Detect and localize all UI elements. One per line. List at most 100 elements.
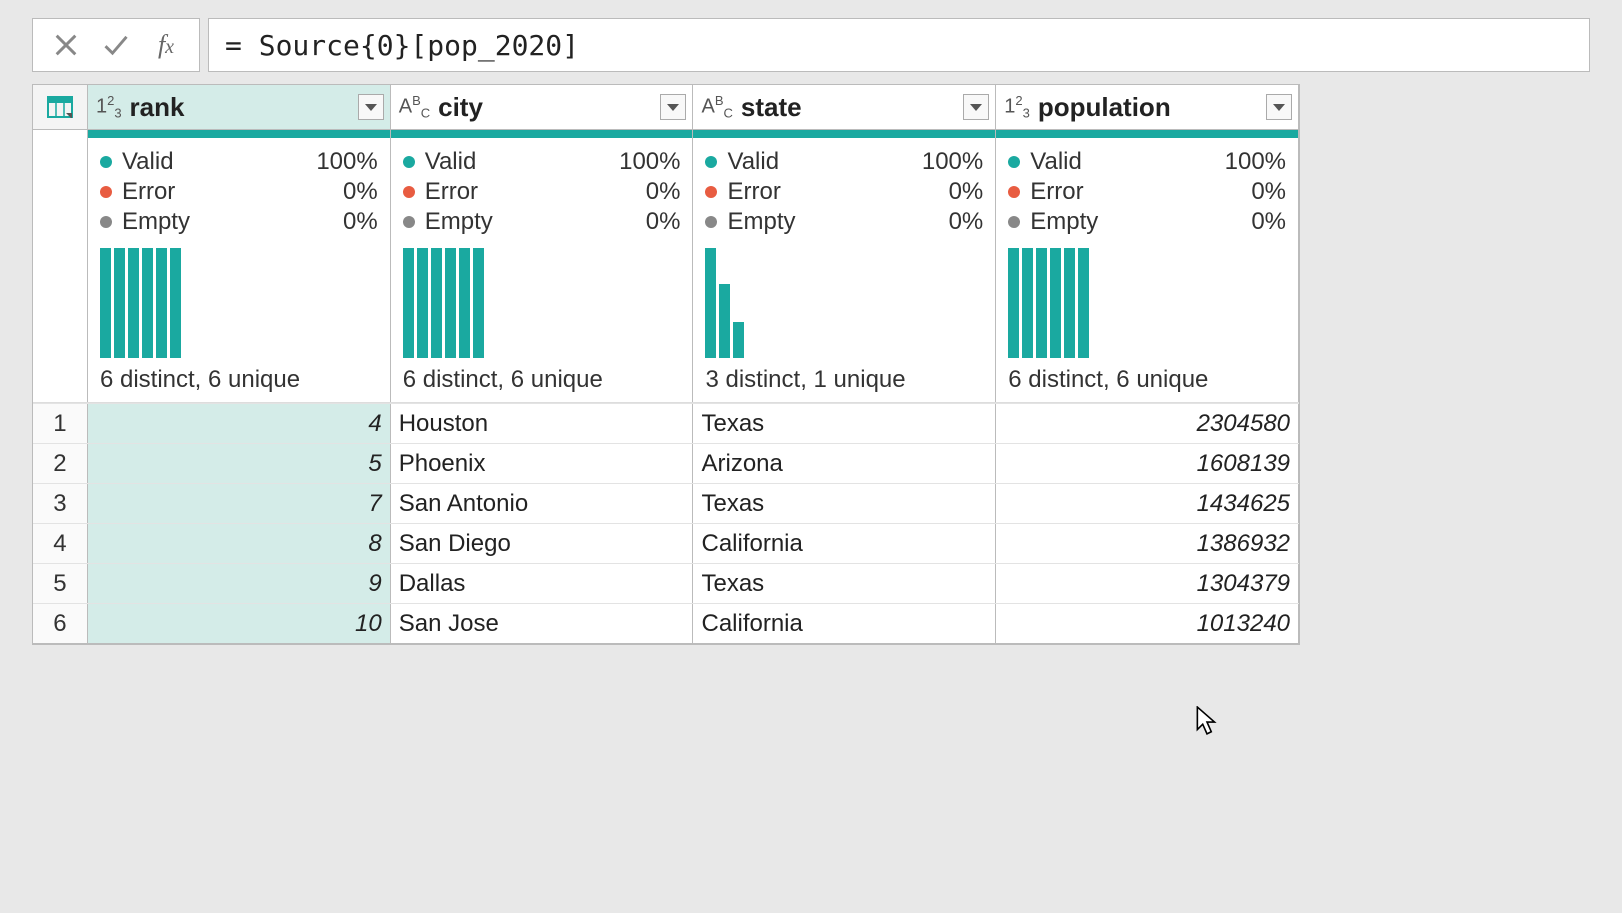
distinct-summary: 3 distinct, 1 unique (705, 366, 983, 394)
table-row[interactable]: 48San DiegoCalifornia1386932 (33, 523, 1299, 563)
table-row[interactable]: 610San JoseCalifornia1013240 (33, 603, 1299, 643)
cell-rank[interactable]: 5 (88, 444, 391, 483)
x-icon (52, 31, 80, 59)
cell-city[interactable]: San Antonio (391, 484, 694, 523)
table-icon (47, 96, 73, 118)
quality-error-value: 0% (646, 178, 681, 206)
column-name-label: rank (130, 92, 358, 123)
table-row[interactable]: 14HoustonTexas2304580 (33, 403, 1299, 443)
quality-empty-label: Empty (727, 208, 948, 236)
cell-state[interactable]: Arizona (693, 444, 996, 483)
cell-rank[interactable]: 10 (88, 604, 391, 643)
quality-valid-label: Valid (425, 148, 619, 176)
row-number[interactable]: 6 (33, 604, 88, 643)
column-filter-button[interactable] (660, 94, 686, 120)
data-rows: 14HoustonTexas230458025PhoenixArizona160… (33, 403, 1299, 644)
cell-population[interactable]: 1434625 (996, 484, 1299, 523)
quality-empty-label: Empty (122, 208, 343, 236)
distinct-summary: 6 distinct, 6 unique (403, 366, 681, 394)
column-header-rank[interactable]: 123 rank (88, 85, 391, 130)
column-filter-button[interactable] (1266, 94, 1292, 120)
column-profile-rank: Valid100%Error0%Empty0%6 distinct, 6 uni… (88, 138, 391, 402)
cell-rank[interactable]: 4 (88, 404, 391, 443)
cell-population[interactable]: 2304580 (996, 404, 1299, 443)
cell-city[interactable]: Houston (391, 404, 694, 443)
column-name-label: city (438, 92, 660, 123)
cell-state[interactable]: Texas (693, 404, 996, 443)
column-header-population[interactable]: 123 population (996, 85, 1299, 130)
quality-empty-value: 0% (343, 208, 378, 236)
fx-icon: fx (158, 30, 174, 60)
column-filter-button[interactable] (963, 94, 989, 120)
cell-population[interactable]: 1386932 (996, 524, 1299, 563)
distinct-summary: 6 distinct, 6 unique (100, 366, 378, 394)
table-row[interactable]: 25PhoenixArizona1608139 (33, 443, 1299, 483)
commit-formula-button[interactable] (91, 20, 141, 70)
row-number[interactable]: 4 (33, 524, 88, 563)
quality-valid-value: 100% (1225, 148, 1286, 176)
column-header-city[interactable]: ABC city (391, 85, 694, 130)
cell-state[interactable]: Texas (693, 484, 996, 523)
cell-state[interactable]: Texas (693, 564, 996, 603)
cell-state[interactable]: California (693, 524, 996, 563)
row-number[interactable]: 1 (33, 404, 88, 443)
table-row[interactable]: 59DallasTexas1304379 (33, 563, 1299, 603)
quality-empty-value: 0% (1251, 208, 1286, 236)
formula-bar: fx = Source{0}[pop_2020] (32, 18, 1590, 72)
distribution-chart (1008, 248, 1286, 358)
row-number[interactable]: 3 (33, 484, 88, 523)
column-name-label: state (741, 92, 963, 123)
distribution-chart (705, 248, 983, 358)
column-profile-row: Valid100%Error0%Empty0%6 distinct, 6 uni… (33, 138, 1299, 403)
column-header-state[interactable]: ABC state (693, 85, 996, 130)
cell-city[interactable]: Dallas (391, 564, 694, 603)
cell-city[interactable]: San Jose (391, 604, 694, 643)
quality-accent-row (33, 130, 1299, 138)
data-preview-grid: 123 rank ABC city ABC state 123 population Vali… (32, 84, 1300, 645)
quality-empty-value: 0% (646, 208, 681, 236)
number-type-icon: 123 (1004, 93, 1030, 121)
column-profile-population: Valid100%Error0%Empty0%6 distinct, 6 uni… (996, 138, 1299, 402)
column-profile-state: Valid100%Error0%Empty0% 3 distinct, 1 uni… (693, 138, 996, 402)
row-number[interactable]: 2 (33, 444, 88, 483)
formula-controls: fx (32, 18, 200, 72)
distribution-chart (100, 248, 378, 358)
quality-empty-value: 0% (949, 208, 984, 236)
quality-error-value: 0% (1251, 178, 1286, 206)
fx-button[interactable]: fx (141, 20, 191, 70)
quality-error-label: Error (727, 178, 948, 206)
quality-empty-label: Empty (425, 208, 646, 236)
cell-population[interactable]: 1608139 (996, 444, 1299, 483)
cell-city[interactable]: San Diego (391, 524, 694, 563)
quality-error-label: Error (1030, 178, 1251, 206)
quality-valid-value: 100% (922, 148, 983, 176)
cell-rank[interactable]: 7 (88, 484, 391, 523)
column-profile-city: Valid100%Error0%Empty0% 6 distinct, 6 uni… (391, 138, 694, 402)
row-number[interactable]: 5 (33, 564, 88, 603)
number-type-icon: 123 (96, 93, 122, 121)
distribution-chart (403, 248, 681, 358)
column-name-label: population (1038, 92, 1266, 123)
cell-population[interactable]: 1304379 (996, 564, 1299, 603)
formula-input[interactable]: = Source{0}[pop_2020] (208, 18, 1590, 72)
table-row[interactable]: 37San AntonioTexas1434625 (33, 483, 1299, 523)
text-type-icon: ABC (701, 93, 732, 121)
quality-valid-value: 100% (619, 148, 680, 176)
check-icon (102, 31, 130, 59)
mouse-cursor (1196, 706, 1218, 741)
cell-rank[interactable]: 9 (88, 564, 391, 603)
quality-valid-value: 100% (316, 148, 377, 176)
column-filter-button[interactable] (358, 94, 384, 120)
cell-state[interactable]: California (693, 604, 996, 643)
cancel-formula-button[interactable] (41, 20, 91, 70)
quality-error-label: Error (122, 178, 343, 206)
quality-error-value: 0% (949, 178, 984, 206)
quality-valid-label: Valid (727, 148, 921, 176)
quality-valid-label: Valid (1030, 148, 1224, 176)
cell-rank[interactable]: 8 (88, 524, 391, 563)
cell-population[interactable]: 1013240 (996, 604, 1299, 643)
text-type-icon: ABC (399, 93, 430, 121)
select-all-corner[interactable] (33, 85, 88, 130)
cell-city[interactable]: Phoenix (391, 444, 694, 483)
quality-error-label: Error (425, 178, 646, 206)
